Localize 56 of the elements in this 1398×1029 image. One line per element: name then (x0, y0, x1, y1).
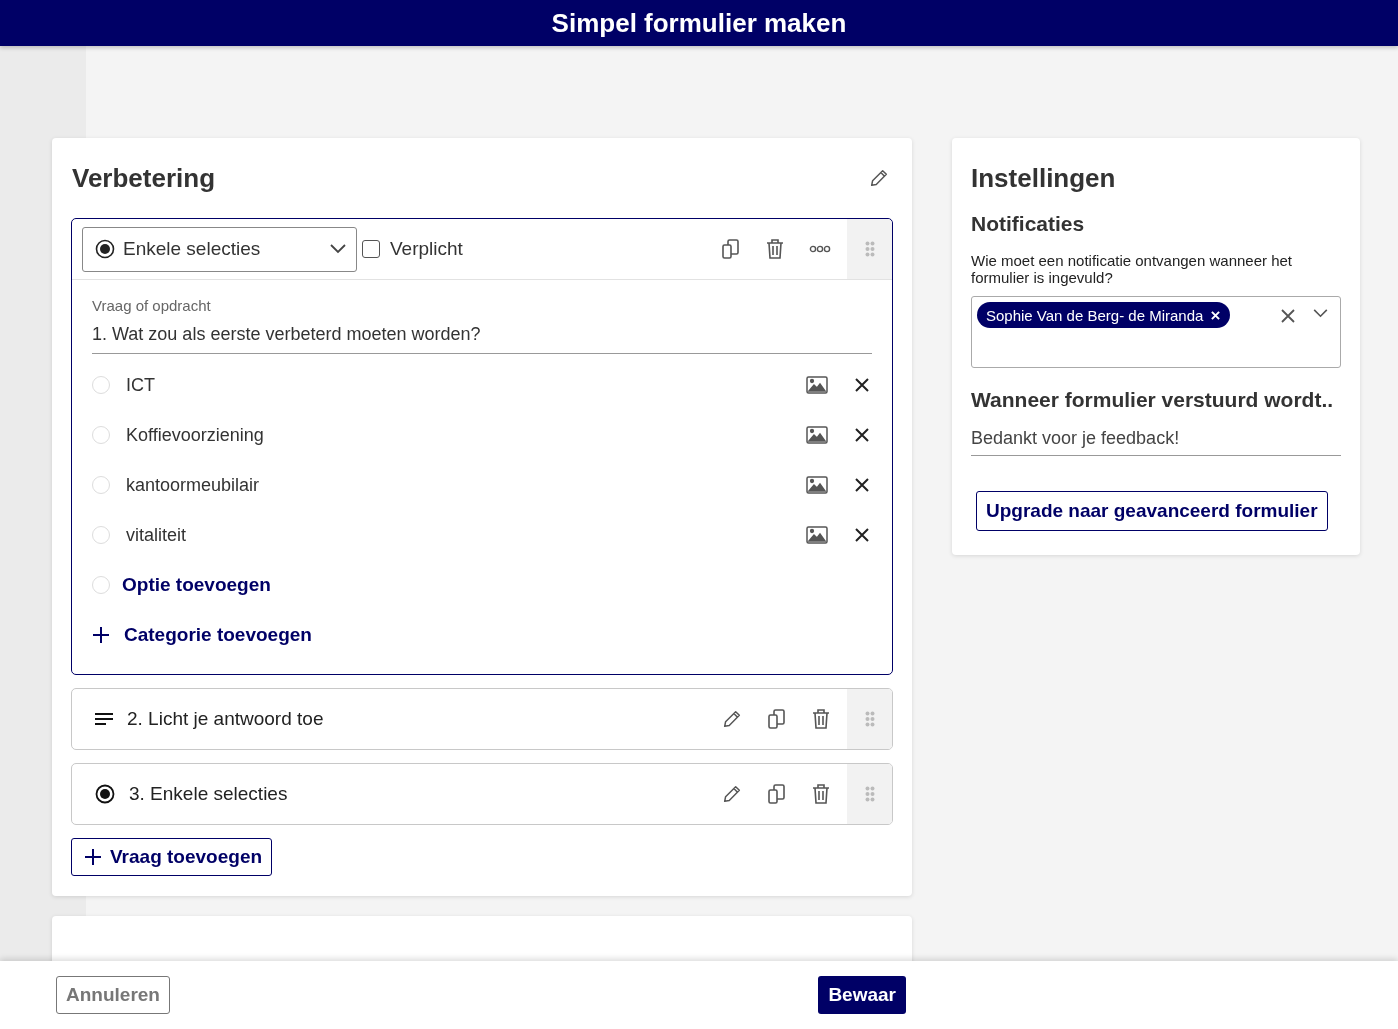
image-icon[interactable] (806, 526, 828, 544)
recipient-chip[interactable]: Sophie Van de Berg- de Miranda (977, 302, 1231, 328)
copy-icon[interactable] (767, 783, 787, 805)
recipient-select[interactable]: Sophie Van de Berg- de Miranda (971, 296, 1341, 368)
upgrade-button[interactable]: Upgrade naar geavanceerd formulier (976, 491, 1328, 531)
radio-icon (95, 784, 115, 804)
more-icon[interactable] (809, 245, 831, 253)
drag-handle[interactable] (847, 219, 892, 279)
drag-handle[interactable] (847, 689, 892, 749)
edit-icon[interactable] (721, 783, 743, 805)
required-checkbox[interactable] (362, 240, 380, 258)
image-icon[interactable] (806, 376, 828, 394)
clear-icon[interactable] (1281, 309, 1295, 323)
close-icon[interactable] (855, 478, 869, 492)
trash-icon[interactable] (811, 783, 831, 805)
settings-title: Instellingen (971, 162, 1117, 195)
trash-icon[interactable] (811, 708, 831, 730)
add-question-button[interactable]: Vraag toevoegen (71, 838, 273, 876)
notification-prompt: Wie moet een notificatie ontvangen wanneer het formulier is ingevuld? (971, 252, 1294, 286)
option-label: kantoormeubilair (126, 474, 260, 496)
required-label: Verplicht (390, 238, 463, 260)
text-lines-icon (95, 712, 113, 726)
section-heading: Wanneer formulier verstuurd wordt.. (971, 388, 1335, 412)
save-button[interactable]: Bewaar (818, 976, 906, 1014)
section-heading: Notificaties (971, 212, 1086, 236)
option-label: ICT (126, 374, 155, 396)
plus-icon[interactable] (92, 626, 110, 644)
dialog-title: Simpel formulier maken (551, 7, 847, 39)
image-icon[interactable] (806, 476, 828, 494)
add-category-link[interactable]: Categorie toevoegen (124, 624, 312, 646)
cancel-button[interactable]: Annuleren (56, 976, 170, 1014)
add-option-link[interactable]: Optie toevoegen (122, 574, 271, 596)
edit-icon[interactable] (868, 167, 890, 189)
edit-icon[interactable] (721, 708, 743, 730)
radio-icon (95, 239, 115, 259)
question-title: 3. Enkele selecties (129, 783, 288, 805)
question-row[interactable]: 2. Licht je antwoord toe (71, 688, 893, 750)
copy-icon[interactable] (767, 708, 787, 730)
drag-handle[interactable] (847, 764, 892, 824)
option-label: Koffievoorziening (126, 424, 264, 446)
question-type-dropdown[interactable]: Enkele selecties (82, 226, 357, 272)
trash-icon[interactable] (765, 238, 785, 260)
question-row[interactable]: 3. Enkele selecties (71, 763, 893, 825)
close-icon[interactable] (855, 428, 869, 442)
remove-icon[interactable] (1211, 310, 1221, 320)
image-icon[interactable] (806, 426, 828, 444)
field-label: Vraag of opdracht (92, 296, 212, 316)
chevron-down-icon (330, 244, 346, 254)
chevron-down-icon[interactable] (1313, 309, 1328, 318)
close-icon[interactable] (855, 528, 869, 542)
question-title: 2. Licht je antwoord toe (127, 708, 324, 730)
option-label: vitaliteit (126, 524, 187, 546)
form-title: Verbetering (72, 162, 216, 195)
close-icon[interactable] (855, 378, 869, 392)
plus-icon (84, 848, 102, 866)
copy-icon[interactable] (721, 238, 741, 260)
